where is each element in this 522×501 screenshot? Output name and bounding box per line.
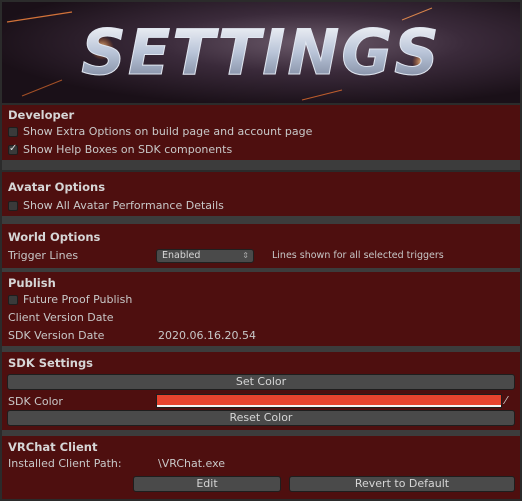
- future-proof-label: Future Proof Publish: [23, 293, 133, 306]
- avatar-performance-label: Show All Avatar Performance Details: [23, 199, 224, 212]
- chevron-updown-icon: ⇕: [242, 251, 249, 260]
- extra-options-label: Show Extra Options on build page and acc…: [23, 125, 313, 138]
- sdk-settings-header: SDK Settings: [8, 356, 94, 370]
- help-boxes-label: Show Help Boxes on SDK components: [23, 143, 233, 156]
- trigger-lines-dropdown[interactable]: Enabled ⇕: [156, 249, 254, 263]
- client-path-value: \VRChat.exe: [158, 457, 226, 470]
- revert-to-default-button[interactable]: Revert to Default: [289, 476, 515, 492]
- sdk-color-field[interactable]: [156, 394, 502, 408]
- eyedropper-icon[interactable]: ⁄: [505, 394, 507, 407]
- reset-color-button[interactable]: Reset Color: [7, 410, 515, 426]
- client-path-label: Installed Client Path:: [8, 457, 122, 470]
- publish-header: Publish: [8, 276, 56, 290]
- section-divider: [2, 160, 520, 170]
- trigger-lines-label: Trigger Lines: [8, 249, 79, 262]
- sdk-color-label: SDK Color: [8, 395, 63, 408]
- client-version-label: Client Version Date: [8, 311, 114, 324]
- set-color-button[interactable]: Set Color: [7, 374, 515, 390]
- help-boxes-checkbox[interactable]: [8, 143, 18, 155]
- banner-title: SETTINGS: [81, 16, 441, 89]
- banner-art: SETTINGS: [6, 7, 441, 101]
- edit-button[interactable]: Edit: [133, 476, 281, 492]
- avatar-options-header: Avatar Options: [8, 180, 106, 194]
- extra-options-checkbox[interactable]: [8, 127, 18, 137]
- sdk-version-value: 2020.06.16.20.54: [158, 329, 256, 342]
- sdk-version-label: SDK Version Date: [8, 329, 105, 342]
- settings-banner: SETTINGS: [2, 2, 520, 103]
- future-proof-checkbox[interactable]: [8, 295, 18, 305]
- sdk-color-swatch: [157, 395, 501, 405]
- world-options-header: World Options: [8, 230, 101, 244]
- section-divider: [2, 216, 520, 224]
- trigger-lines-value: Enabled: [162, 250, 201, 261]
- avatar-performance-checkbox[interactable]: [8, 201, 18, 211]
- vrchat-client-header: VRChat Client: [8, 440, 98, 454]
- developer-header: Developer: [8, 108, 75, 122]
- trigger-lines-hint: Lines shown for all selected triggers: [272, 250, 444, 261]
